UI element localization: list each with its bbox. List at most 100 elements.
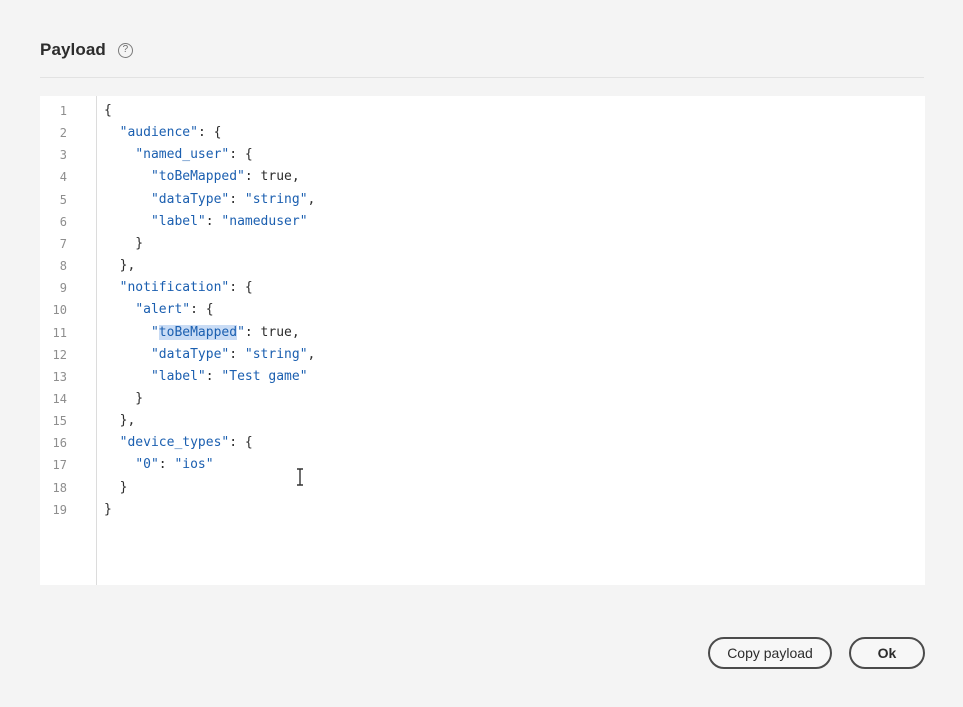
code-line[interactable]: "label": "nameduser" <box>104 211 308 233</box>
json-punctuation-token <box>104 457 135 472</box>
ok-button[interactable]: Ok <box>849 637 925 669</box>
json-string-token: "Test game" <box>221 368 308 384</box>
json-punctuation-token <box>104 435 120 450</box>
line-number: 17 <box>52 458 67 473</box>
code-line[interactable]: } <box>104 499 112 521</box>
json-punctuation-token: : { <box>229 280 253 296</box>
json-string-token: "dataType" <box>150 346 230 362</box>
text-ibeam-cursor <box>297 468 303 486</box>
copy-payload-button[interactable]: Copy payload <box>708 637 832 669</box>
json-punctuation-token: : <box>205 213 222 229</box>
line-number: 8 <box>59 259 67 274</box>
json-punctuation-token: }, <box>104 258 136 274</box>
payload-code-editor[interactable]: 1 2 3 4 5 6 7 8 9 10 11 12 13 14 15 16 17 18 19 { "audienc… <box>40 96 925 585</box>
line-number: 9 <box>59 281 67 296</box>
json-string-token: "alert" <box>135 302 191 318</box>
code-area[interactable]: { "audience": { "named_user": { "toBeMap… <box>104 96 925 585</box>
json-punctuation-token <box>104 302 135 317</box>
json-string-token: "named_user" <box>135 147 230 163</box>
json-punctuation-token: } <box>104 479 128 495</box>
payload-dialog: Payload ? 1 2 3 4 5 6 7 8 9 10 11 12 13 14 15 16 17 18 19 … <box>0 0 963 707</box>
text-selection-highlight: toBeMapped <box>158 324 238 340</box>
json-string-token: "dataType" <box>150 191 230 207</box>
code-line[interactable]: }, <box>104 255 136 277</box>
json-punctuation-token <box>104 325 151 340</box>
line-number: 7 <box>59 236 67 251</box>
line-number: 3 <box>59 148 67 163</box>
code-line[interactable]: "notification": { <box>104 277 253 299</box>
json-punctuation-token: : { <box>190 302 214 318</box>
json-punctuation-token: , <box>307 191 316 207</box>
line-number: 1 <box>59 104 67 118</box>
json-string-token: "audience" <box>119 125 198 141</box>
dialog-title: Payload <box>40 40 106 59</box>
json-punctuation-token <box>104 280 120 295</box>
json-string-token: "label" <box>150 368 206 384</box>
json-punctuation-token <box>104 125 120 140</box>
json-punctuation-token: } <box>104 235 144 251</box>
code-line[interactable]: }, <box>104 410 136 432</box>
json-punctuation-token: { <box>104 103 112 118</box>
line-number: 11 <box>52 325 67 340</box>
code-line[interactable]: { <box>104 100 112 122</box>
code-line[interactable]: "alert": { <box>104 299 214 321</box>
json-punctuation-token: : true, <box>244 324 300 340</box>
header-divider <box>40 77 924 78</box>
line-number-gutter: 1 2 3 4 5 6 7 8 9 10 11 12 13 14 15 16 17 18 19 <box>40 96 97 585</box>
json-string-token: "ios" <box>174 457 214 473</box>
line-number: 10 <box>52 303 67 318</box>
json-punctuation-token: } <box>104 501 112 517</box>
code-line[interactable]: "0": "ios" <box>104 454 214 476</box>
line-number: 6 <box>59 214 67 229</box>
code-line[interactable]: "label": "Test game" <box>104 366 308 388</box>
line-number: 18 <box>52 480 67 495</box>
json-punctuation-token: : <box>205 368 222 384</box>
code-line[interactable]: "audience": { <box>104 122 222 144</box>
json-punctuation-token: : <box>158 457 175 473</box>
json-string-token: "toBeMapped" <box>150 324 245 340</box>
code-line[interactable]: "device_types": { <box>104 432 253 454</box>
dialog-header: Payload ? <box>40 38 133 62</box>
json-punctuation-token: : { <box>229 147 253 163</box>
json-punctuation-token: : { <box>229 435 253 451</box>
code-line[interactable]: "dataType": "string", <box>104 189 315 211</box>
json-punctuation-token: : true, <box>244 169 300 185</box>
json-punctuation-token: } <box>104 390 144 406</box>
code-line[interactable]: "toBeMapped": true, <box>104 166 300 188</box>
line-number: 19 <box>52 502 67 517</box>
json-punctuation-token: : { <box>197 125 222 141</box>
line-number: 15 <box>52 414 67 429</box>
json-punctuation-token <box>104 147 135 162</box>
code-line[interactable]: } <box>104 388 143 410</box>
json-punctuation-token <box>104 169 151 184</box>
json-punctuation-token <box>104 369 151 384</box>
json-string-token: "string" <box>244 191 308 207</box>
line-number: 5 <box>59 192 67 207</box>
json-string-token: "0" <box>135 457 159 473</box>
json-string-token: "string" <box>244 346 308 362</box>
line-number: 13 <box>52 369 67 384</box>
json-string-token: "nameduser" <box>221 213 308 229</box>
json-punctuation-token <box>104 347 151 362</box>
line-number: 16 <box>52 436 67 451</box>
line-number: 4 <box>59 170 67 185</box>
json-punctuation-token <box>104 192 151 207</box>
json-string-token: "notification" <box>119 280 230 296</box>
code-line[interactable]: } <box>104 477 128 499</box>
line-number: 2 <box>59 126 67 141</box>
json-punctuation-token: : <box>229 346 245 362</box>
help-circle-icon[interactable]: ? <box>117 42 133 58</box>
code-line[interactable]: } <box>104 233 143 255</box>
json-punctuation-token: , <box>307 346 316 362</box>
json-string-token: "label" <box>150 213 206 229</box>
line-number: 12 <box>52 347 67 362</box>
json-string-token: "toBeMapped" <box>150 169 245 185</box>
json-punctuation-token: : <box>229 191 245 207</box>
json-string-token: "device_types" <box>119 435 230 451</box>
json-punctuation-token: }, <box>104 413 136 429</box>
code-line[interactable]: "dataType": "string", <box>104 344 315 366</box>
code-line[interactable]: "named_user": { <box>104 144 253 166</box>
line-number: 14 <box>52 391 67 406</box>
code-line[interactable]: "toBeMapped": true, <box>104 322 300 344</box>
json-punctuation-token <box>104 214 151 229</box>
